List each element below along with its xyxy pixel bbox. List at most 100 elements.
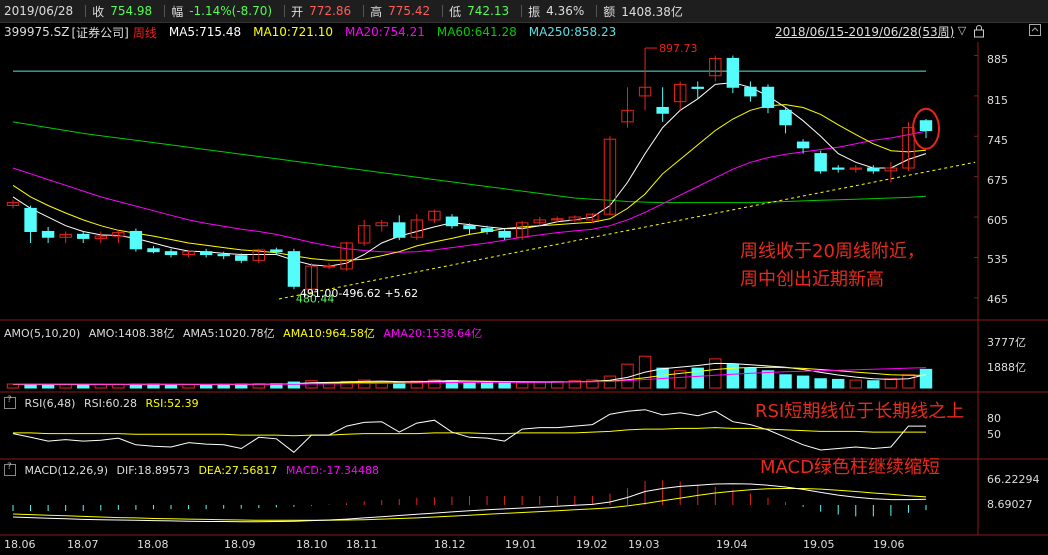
x-tick-19-06: 19.06 <box>873 538 905 551</box>
rsi-value-1: RSI:60.28 <box>83 397 138 410</box>
candle-body <box>41 230 55 238</box>
amo-bar <box>59 384 72 389</box>
candle-body <box>322 265 336 268</box>
candle-body <box>796 141 810 149</box>
rsi-legend: RSI(6,48) RSI:60.28 RSI:52.39 <box>4 395 204 410</box>
amo-bar <box>884 378 898 389</box>
candle-body <box>726 57 740 88</box>
amo-bar <box>902 374 915 389</box>
ma60-line <box>12 121 927 204</box>
amo-bar <box>24 384 37 389</box>
amo-bar <box>779 374 792 389</box>
y-tick-885: 885 <box>987 53 1008 66</box>
candle-body <box>656 106 669 114</box>
y-tick-605: 605 <box>987 214 1008 227</box>
candle-body <box>24 207 37 232</box>
x-tick-18-10: 18.10 <box>296 538 328 551</box>
low-note-label: 491.00-496.62 +5.62 <box>300 287 418 300</box>
dif-value: DIF:18.89573 <box>116 464 190 477</box>
x-tick-19-05: 19.05 <box>803 538 835 551</box>
candle-body <box>164 251 178 256</box>
candle-body <box>480 228 494 232</box>
x-tick-19-03: 19.03 <box>628 538 660 551</box>
macd-tick-high: 66.22294 <box>987 473 1040 486</box>
amo-bar <box>761 370 775 389</box>
amo-bar <box>603 375 617 389</box>
macd-title: MACD(12,26,9) <box>24 464 109 477</box>
amo-bar <box>182 384 195 389</box>
amo-bar <box>796 375 810 389</box>
annotation-macd: MACD绿色柱继续缩短 <box>760 457 940 478</box>
dea-value: DEA:27.56817 <box>198 464 278 477</box>
candle-body <box>761 86 775 108</box>
ama20-value: AMA20:1538.64亿 <box>383 327 483 340</box>
rsi48-line <box>13 427 926 437</box>
candle-body <box>287 251 301 287</box>
amo-bar <box>533 381 546 389</box>
amo-bar <box>498 382 511 389</box>
amo-title: AMO(5,10,20) <box>4 327 81 340</box>
candle-body <box>498 230 511 238</box>
amo-bar <box>814 378 827 389</box>
candle-body <box>77 233 90 239</box>
candle-body <box>270 249 283 253</box>
candle-body <box>814 153 827 172</box>
x-tick-19-04: 19.04 <box>716 538 748 551</box>
amo-bar <box>849 379 862 389</box>
macd-help-icon[interactable] <box>4 462 16 476</box>
rsi-help-icon[interactable] <box>4 395 16 409</box>
rsi-tick-80: 80 <box>987 412 1001 425</box>
annotation-line-2: 周中创出近期新高 <box>740 269 884 290</box>
ama10-value: AMA10:964.58亿 <box>283 327 375 340</box>
rsi-tick-50: 50 <box>987 428 1001 441</box>
candle-body <box>147 248 160 253</box>
amo-bar <box>919 368 933 389</box>
candle-body <box>744 86 757 97</box>
candle-body <box>393 222 406 238</box>
rsi-value-2: RSI:52.39 <box>145 397 199 410</box>
x-tick-19-02: 19.02 <box>576 538 608 551</box>
x-tick-18-11: 18.11 <box>346 538 378 551</box>
amo-value: AMO:1408.38亿 <box>88 327 175 340</box>
amo-bar <box>832 378 845 389</box>
amo-bar <box>199 384 213 389</box>
candle-body <box>129 230 143 250</box>
y-tick-465: 465 <box>987 293 1008 306</box>
amo-bar <box>164 384 178 389</box>
macd-value: MACD:-17.34488 <box>285 464 380 477</box>
x-tick-18-07: 18.07 <box>67 538 99 551</box>
high-marker-label: 897.73 <box>659 42 698 55</box>
amo-legend: AMO(5,10,20) AMO:1408.38亿 AMA5:1020.78亿 … <box>4 325 487 341</box>
x-tick-18-08: 18.08 <box>137 538 169 551</box>
candle-body <box>867 167 880 172</box>
candle-body <box>445 216 459 227</box>
y-tick-535: 535 <box>987 253 1008 266</box>
amo-tick-high: 3777亿 <box>987 336 1026 349</box>
amo-bar <box>480 382 494 389</box>
amo-bar <box>515 382 529 389</box>
candle-body <box>779 109 792 126</box>
x-tick-18-12: 18.12 <box>434 538 466 551</box>
y-tick-815: 815 <box>987 94 1008 107</box>
rsi-title: RSI(6,48) <box>24 397 76 410</box>
macd-legend: MACD(12,26,9) DIF:18.89573 DEA:27.56817 … <box>4 462 384 477</box>
candle-body <box>463 225 476 230</box>
amo-bar <box>744 367 757 389</box>
amo-tick-mid: 1888亿 <box>987 361 1026 374</box>
macd-tick-mid: 8.69027 <box>987 498 1033 511</box>
ama5-value: AMA5:1020.78亿 <box>182 327 275 340</box>
amo-bar <box>94 384 107 389</box>
candle-body <box>235 255 248 261</box>
candle-body <box>832 167 845 170</box>
candle-body <box>919 120 933 132</box>
candle-body <box>199 251 213 256</box>
annotation-rsi: RSI短期线位于长期线之上 <box>755 401 965 422</box>
y-tick-675: 675 <box>987 174 1008 187</box>
x-tick-18-06: 18.06 <box>4 538 36 551</box>
annotation-line-1: 周线收于20周线附近， <box>740 241 925 262</box>
x-tick-19-01: 19.01 <box>505 538 537 551</box>
amo-bar <box>867 380 880 389</box>
y-tick-745: 745 <box>987 134 1008 147</box>
amo-bar <box>463 382 476 389</box>
x-tick-18-09: 18.09 <box>224 538 256 551</box>
